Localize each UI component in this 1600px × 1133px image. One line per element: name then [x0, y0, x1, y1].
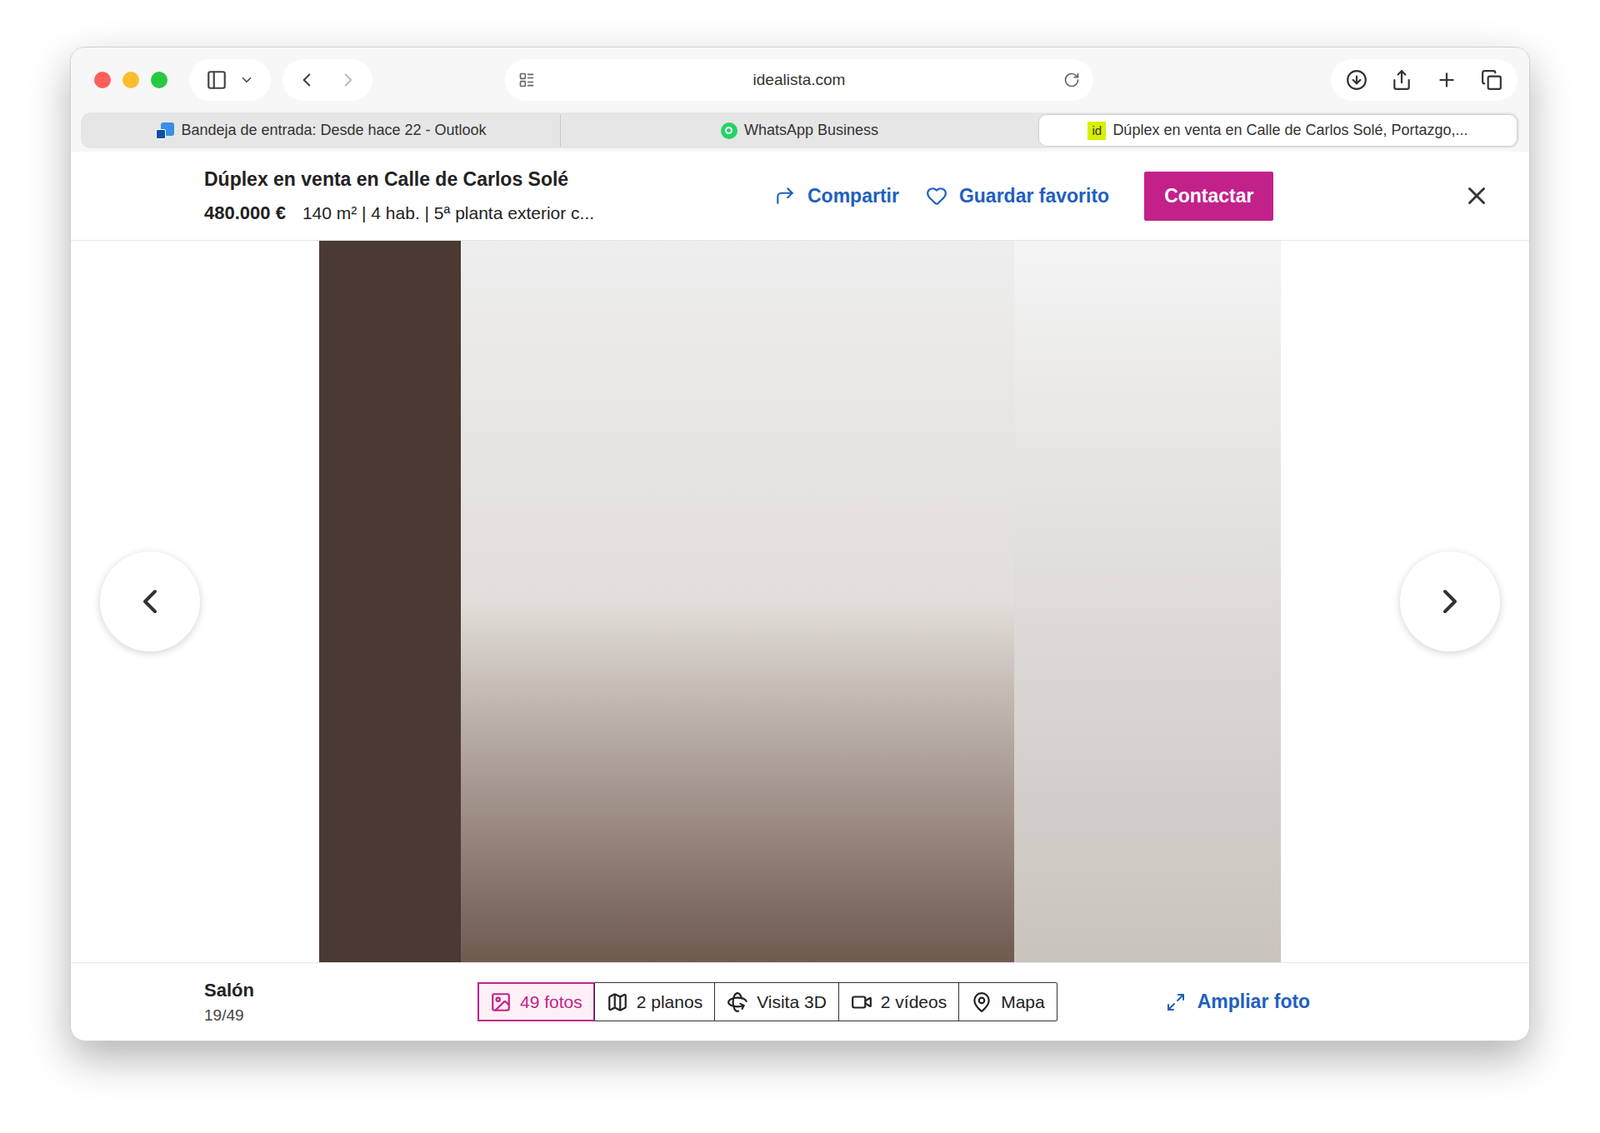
tour-3d-icon — [726, 991, 749, 1014]
favorite-button[interactable]: Guardar favorito — [925, 181, 1110, 211]
media-tab[interactable]: 2 vídeos — [838, 983, 959, 1021]
browser-window: idealista.com Bandeja de entrada: Desde h… — [70, 46, 1530, 1042]
chevron-down-icon — [239, 72, 255, 88]
photo-viewer — [70, 240, 1530, 963]
toolbar: idealista.com — [70, 47, 1530, 113]
listing-actions: Compartir Guardar favorito Contactar — [774, 171, 1274, 221]
media-tab[interactable]: 49 fotos — [478, 983, 595, 1021]
media-tab[interactable]: Mapa — [958, 983, 1057, 1021]
floor-plan-icon — [606, 991, 629, 1014]
forward-icon[interactable] — [337, 69, 360, 91]
photo-footer: Salón19/4949 fotos2 planosVisita 3D2 víd… — [70, 962, 1530, 1041]
listing-title: Dúplex en venta en Calle de Carlos Solé — [204, 165, 775, 195]
photo-caption: Salón19/49 — [204, 976, 478, 1029]
contact-button[interactable]: Contactar — [1144, 171, 1274, 221]
expand-icon — [1165, 992, 1186, 1013]
address-bar[interactable]: idealista.com — [505, 59, 1094, 101]
minimize-button[interactable] — [122, 71, 140, 89]
browser-tab[interactable]: Bandeja de entrada: Desde hace 22 - Outl… — [82, 114, 560, 147]
share-arrow-icon — [774, 185, 796, 207]
share-button[interactable]: Compartir — [774, 181, 900, 211]
tab-overview-icon[interactable] — [1480, 69, 1503, 91]
listing-photo — [319, 240, 1282, 963]
url: idealista.com — [535, 68, 1064, 93]
browser-tab[interactable]: idDúplex en venta en Calle de Carlos Sol… — [1038, 114, 1518, 147]
back-icon[interactable] — [295, 69, 318, 91]
listing-details: 140 m² | 4 hab. | 5ª planta exterior c..… — [302, 200, 595, 227]
idealista-icon: id — [1087, 121, 1106, 140]
downloads-icon[interactable] — [1345, 69, 1368, 91]
sidebar-icon — [205, 69, 228, 91]
sidebar-toggle[interactable] — [189, 59, 271, 101]
toolbar-actions — [1330, 59, 1518, 101]
media-tab[interactable]: 2 planos — [594, 983, 715, 1021]
photo-counter: 19/49 — [204, 1004, 478, 1029]
close-icon[interactable] — [1462, 181, 1491, 210]
listing-summary: Dúplex en venta en Calle de Carlos Solé 4… — [204, 165, 775, 227]
outlook-icon — [155, 122, 175, 140]
chevron-right-icon — [1430, 581, 1470, 622]
next-photo-button[interactable] — [1400, 551, 1500, 652]
whatsapp-icon — [720, 122, 738, 140]
share-icon[interactable] — [1390, 69, 1413, 91]
browser-tab[interactable]: WhatsApp Business — [560, 114, 1039, 147]
heart-icon — [925, 185, 948, 207]
reload-icon[interactable] — [1063, 71, 1080, 89]
video-icon — [850, 991, 873, 1014]
listing-header: Dúplex en venta en Calle de Carlos Solé 4… — [70, 151, 1530, 241]
previous-photo-button[interactable] — [100, 551, 200, 652]
map-pin-icon — [970, 991, 993, 1014]
expand-photo-button[interactable]: Ampliar foto — [1165, 987, 1310, 1017]
new-tab-icon[interactable] — [1435, 69, 1458, 91]
listing-price: 480.000 € — [204, 199, 286, 227]
zoom-button[interactable] — [150, 71, 168, 89]
traffic-lights — [94, 71, 168, 89]
media-tabs: 49 fotos2 planosVisita 3D2 vídeosMapa — [477, 982, 1058, 1022]
chevron-left-icon — [130, 581, 170, 622]
media-tab[interactable]: Visita 3D — [714, 983, 839, 1021]
close-button[interactable] — [94, 71, 111, 89]
navigation-buttons — [282, 59, 373, 101]
tab-bar: Bandeja de entrada: Desde hace 22 - Outl… — [70, 112, 1530, 152]
page-menu-icon[interactable] — [518, 71, 535, 89]
desktop: idealista.com Bandeja de entrada: Desde h… — [0, 0, 1600, 1133]
image-icon — [490, 991, 512, 1014]
